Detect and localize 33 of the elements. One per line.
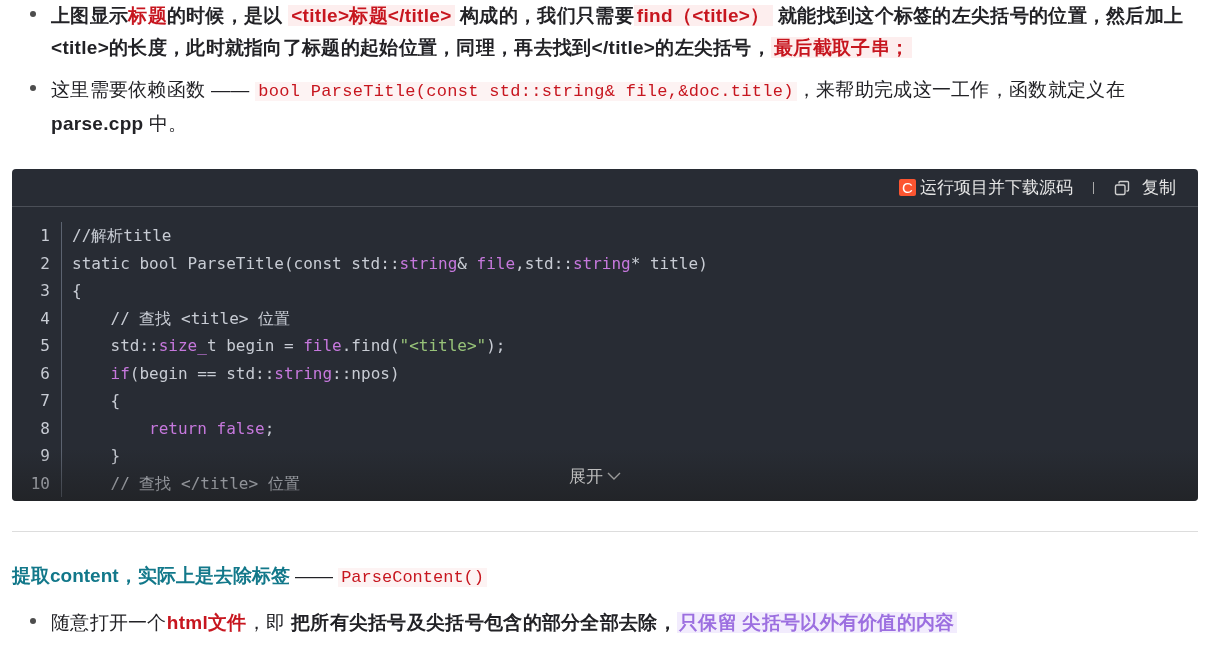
bullet-text: 上图显示标题的时候，是以 <title>标题</title> 构成的，我们只需要find（<title>） 就能找到这个标签的左尖括号的位置，然后加上<title>的长度，此时就指向了标题的起始位置，同理，再去找到</title>的左尖括号，最后截取子串；: [51, 4, 1185, 60]
section-heading: 提取content，实际上是去除标签 —— ParseContent(): [12, 563, 1210, 591]
line-number: 7: [12, 387, 62, 415]
copy-icon: [1114, 179, 1130, 196]
chevron-down-icon: [607, 471, 621, 482]
bullet-text: 这里需要依赖函数 —— bool ParseTitle(const std::string& file,&doc.title)，来帮助完成这一工作，函数就定义在 parse.cpp 中。: [51, 78, 1126, 136]
run-project-button[interactable]: C 运行项目并下载源码: [899, 174, 1073, 201]
line-number: 10: [12, 469, 62, 497]
code-line: //解析title: [71, 225, 172, 247]
expand-button[interactable]: 展开: [569, 463, 621, 489]
line-number: 9: [12, 442, 62, 470]
line-number: 4: [12, 304, 62, 332]
bullet-text: 随意打开一个html文件，即 把所有尖括号及尖括号包含的部分全部去除，只保留 尖括号以外有价值的内容: [51, 611, 957, 635]
code-line: // 查找 <title> 位置: [109, 307, 291, 330]
copy-button[interactable]: 复制: [1142, 174, 1176, 201]
line-number: 5: [12, 332, 62, 360]
line-number: 1: [12, 222, 62, 250]
code-line: {: [109, 390, 121, 412]
code-line: {: [71, 280, 82, 302]
line-number: 8: [12, 414, 62, 442]
code-line: if(begin == std::string::npos): [109, 362, 400, 385]
code-line: std::size_t begin = file.find("<title>");: [109, 335, 506, 357]
line-number: 2: [12, 249, 62, 277]
bullet-icon: [30, 618, 36, 624]
bullet-icon: [30, 11, 36, 17]
logo-icon: C: [899, 179, 916, 196]
line-number: 6: [12, 359, 62, 387]
code-line: return false;: [148, 417, 275, 440]
code-line: }: [109, 445, 121, 467]
code-line: // 查找 </title> 位置: [109, 472, 300, 495]
code-line: static bool ParseTitle(const std::string& file,std::string* title): [71, 252, 708, 275]
line-number: 3: [12, 277, 62, 305]
bullet-icon: [30, 85, 36, 91]
